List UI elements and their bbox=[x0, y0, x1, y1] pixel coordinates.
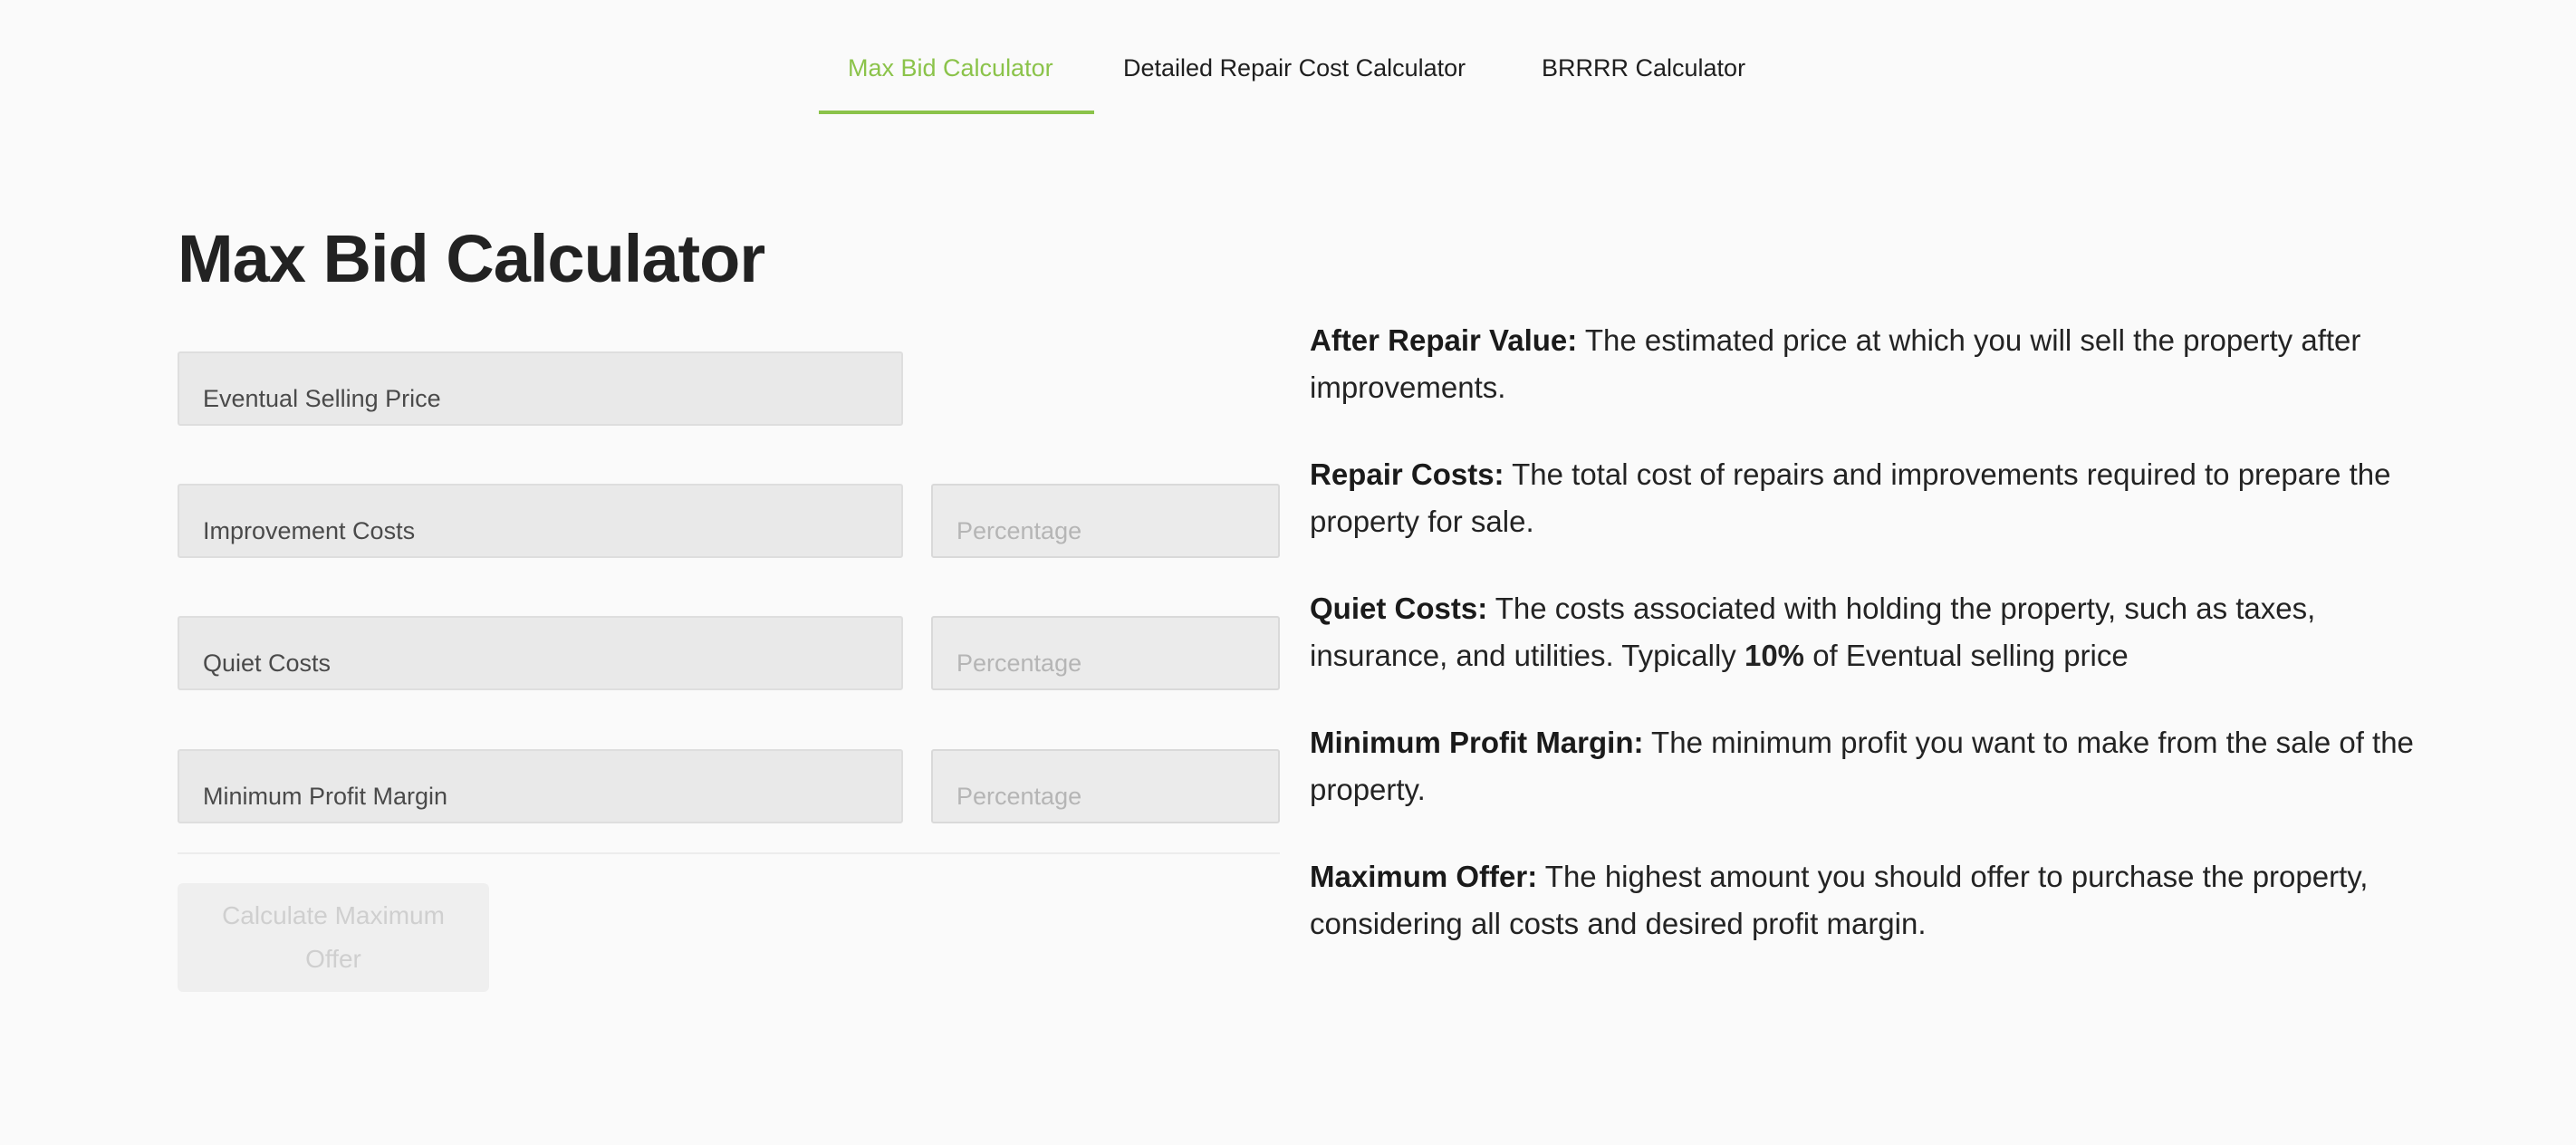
definition-after-repair-value: After Repair Value: The estimated price … bbox=[1310, 317, 2424, 411]
typical-percentage: 10% bbox=[1744, 639, 1805, 672]
term-definitions: After Repair Value: The estimated price … bbox=[1310, 317, 2424, 987]
definition-term: Minimum Profit Margin: bbox=[1310, 726, 1644, 759]
definition-term: Maximum Offer: bbox=[1310, 860, 1538, 893]
improvement-costs-input[interactable] bbox=[178, 484, 903, 558]
tab-brrrr-calculator[interactable]: BRRRR Calculator bbox=[1513, 43, 1775, 114]
definition-repair-costs: Repair Costs: The total cost of repairs … bbox=[1310, 451, 2424, 545]
calculator-tabs: Max Bid Calculator Detailed Repair Cost … bbox=[0, 0, 2576, 114]
eventual-selling-price-input[interactable] bbox=[178, 351, 903, 426]
calculate-maximum-offer-button[interactable]: Calculate Maximum Offer bbox=[178, 883, 489, 992]
tab-detailed-repair-cost-calculator[interactable]: Detailed Repair Cost Calculator bbox=[1094, 43, 1486, 114]
improvement-costs-percentage-input[interactable] bbox=[931, 484, 1280, 558]
definition-quiet-costs: Quiet Costs: The costs associated with h… bbox=[1310, 585, 2424, 679]
definition-term: Repair Costs: bbox=[1310, 457, 1504, 491]
definition-minimum-profit-margin: Minimum Profit Margin: The minimum profi… bbox=[1310, 719, 2424, 813]
form-divider bbox=[178, 852, 1280, 854]
quiet-costs-percentage-input[interactable] bbox=[931, 616, 1280, 690]
definition-maximum-offer: Maximum Offer: The highest amount you sh… bbox=[1310, 853, 2424, 948]
minimum-profit-margin-input[interactable] bbox=[178, 749, 903, 823]
profit-margin-percentage-input[interactable] bbox=[931, 749, 1280, 823]
definition-text: of Eventual selling price bbox=[1804, 639, 2129, 672]
quiet-costs-input[interactable] bbox=[178, 616, 903, 690]
definition-term: Quiet Costs: bbox=[1310, 592, 1488, 625]
tab-max-bid-calculator[interactable]: Max Bid Calculator bbox=[819, 43, 1094, 114]
definition-term: After Repair Value: bbox=[1310, 323, 1578, 357]
page-title: Max Bid Calculator bbox=[178, 221, 765, 296]
